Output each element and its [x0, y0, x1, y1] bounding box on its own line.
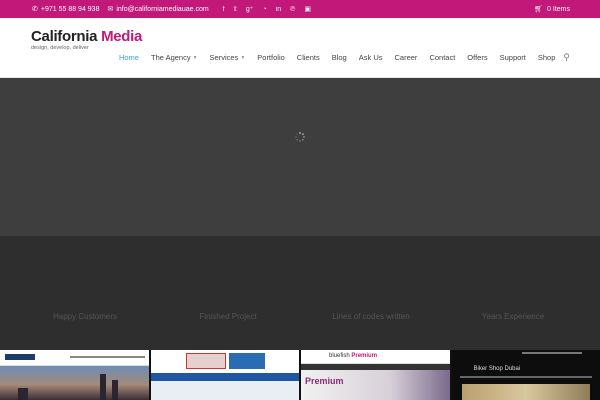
chevron-down-icon: ▼ [192, 54, 198, 61]
linkedin-icon[interactable]: in [276, 6, 281, 13]
rss-icon[interactable]: ◔ [262, 6, 266, 13]
nav-item-clients[interactable]: Clients [291, 53, 326, 62]
nav-item-ask-us[interactable]: Ask Us [353, 53, 389, 62]
envelope-icon: ✉ [107, 5, 114, 13]
header: California Media design, develop, delive… [0, 18, 600, 78]
counter-lines-of-code: Lines of codes written [332, 312, 410, 321]
thumb-brand-b: Premium [351, 353, 378, 359]
thumb-menu [70, 356, 145, 358]
nav-label: Services [209, 53, 239, 62]
nav-label: Offers [467, 53, 488, 62]
phone-link[interactable]: ✆ +971 55 88 94 938 [32, 6, 99, 13]
counter-years-experience: Years Experience [481, 312, 545, 321]
nav-label: The Agency [150, 53, 191, 62]
nav-label: Shop [537, 53, 556, 62]
thumb-menu [150, 373, 299, 381]
tower-shape [112, 380, 118, 400]
city-skyline-image [0, 366, 149, 400]
thumb-brand: bluefish Premium [329, 353, 377, 359]
portfolio-strip: bluefish Premium Premium Biker Shop Duba… [0, 350, 600, 400]
phone-icon: ✆ [32, 5, 38, 13]
thumb-topbar [521, 352, 582, 354]
nav-item-contact[interactable]: Contact [423, 53, 461, 62]
cart-link[interactable]: 🛒︎ 0 Items [534, 0, 570, 18]
email-address: info@californiamediauae.com [116, 5, 209, 13]
thumb-title: Biker Shop Dubai [473, 366, 521, 372]
thumb-header: bluefish Premium [301, 350, 450, 364]
chevron-down-icon: ▼ [240, 54, 246, 61]
logo-title-main: California [31, 28, 98, 45]
thumb-menu [459, 376, 592, 378]
nav-label: Clients [296, 53, 320, 62]
logo-title: California Media [31, 28, 142, 45]
nav-item-services[interactable]: Services ▼ [204, 53, 252, 62]
search-icon[interactable]: ⚲ [563, 52, 570, 63]
nav-item-home[interactable]: Home [113, 53, 145, 62]
nav-item-offers[interactable]: Offers [461, 53, 493, 62]
facebook-icon[interactable]: f [223, 6, 225, 13]
counter-finished-project: Finished Project [199, 312, 257, 321]
logo-title-accent: Media [101, 28, 143, 45]
site-logo[interactable]: California Media design, develop, delive… [31, 28, 142, 51]
nav-item-career[interactable]: Career [389, 53, 424, 62]
thumb-header [150, 350, 299, 372]
nav-label: Home [118, 53, 139, 62]
instagram-icon[interactable]: ▣ [304, 6, 311, 13]
email-link[interactable]: ✉ info@californiamediauae.com [107, 6, 208, 13]
portfolio-item[interactable] [0, 350, 149, 400]
loading-spinner-icon [295, 132, 305, 142]
cart-count: 0 Items [547, 5, 570, 13]
social-links: f 𝕥 g⁺ ◔ in ℗ ▣ [223, 6, 311, 13]
counter-happy-customers: Happy Customers [52, 312, 118, 321]
nav-item-the-agency[interactable]: The Agency ▼ [145, 53, 204, 62]
portfolio-item[interactable]: Biker Shop Dubai [451, 350, 600, 400]
nav-label: Contact [429, 53, 456, 62]
thumb-header [0, 350, 149, 366]
thumb-hero-image [461, 384, 590, 400]
top-bar: ✆ +971 55 88 94 938 ✉ info@californiamed… [0, 0, 600, 18]
thumb-hero-title: Premium [305, 376, 344, 386]
phone-number: +971 55 88 94 938 [40, 5, 100, 13]
nav-label: Career [394, 53, 418, 62]
thumb-logo [5, 354, 35, 360]
portfolio-item[interactable]: bluefish Premium Premium [301, 350, 450, 400]
nav-item-support[interactable]: Support [494, 53, 532, 62]
counters-section: Happy Customers Finished Project Lines o… [0, 236, 600, 350]
nav-item-shop[interactable]: Shop [532, 53, 562, 62]
nav-item-portfolio[interactable]: Portfolio [251, 53, 291, 62]
tower-shape [100, 374, 106, 400]
main-nav: Home The Agency ▼ Services ▼ Portfolio Cli… [113, 52, 570, 63]
pinterest-icon[interactable]: ℗ [290, 6, 295, 13]
thumb-banner [228, 353, 265, 369]
top-bar-left: ✆ +971 55 88 94 938 ✉ info@californiamed… [32, 0, 311, 18]
nav-label: Ask Us [358, 53, 383, 62]
thumb-body [150, 381, 299, 400]
google-plus-icon[interactable]: g⁺ [246, 6, 254, 13]
nav-label: Portfolio [257, 53, 285, 62]
cart-icon: 🛒︎ [534, 5, 544, 13]
tower-shape [18, 388, 28, 400]
logo-tagline: design, develop, deliver [31, 45, 89, 51]
nav-label: Blog [331, 53, 347, 62]
twitter-icon[interactable]: 𝕥 [234, 6, 237, 13]
nav-item-blog[interactable]: Blog [326, 53, 353, 62]
portfolio-item[interactable] [150, 350, 299, 400]
thumb-brand-a: bluefish [329, 353, 350, 359]
hero-slider [0, 78, 600, 236]
nav-label: Support [499, 53, 526, 62]
thumb-banner [185, 353, 226, 369]
